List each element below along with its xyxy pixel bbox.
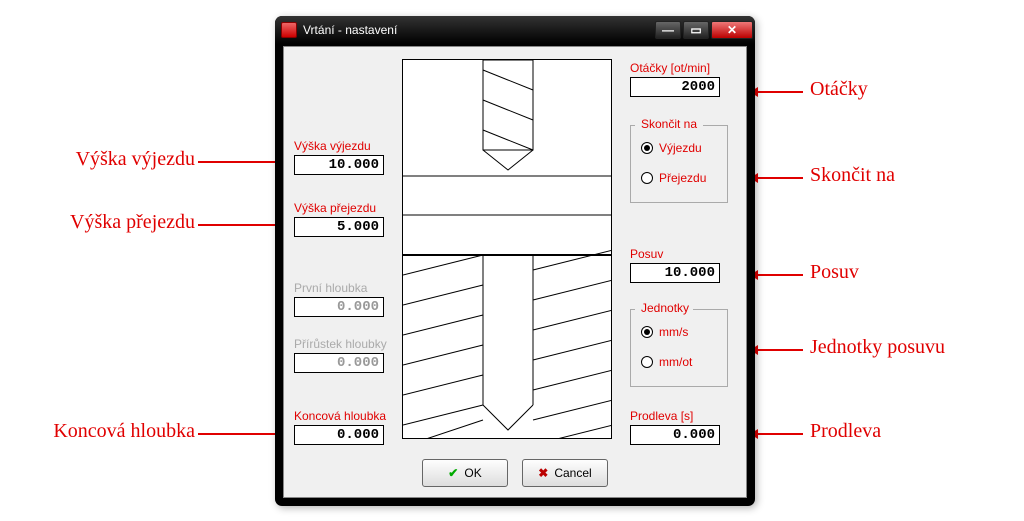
callout-skoncit: Skončit na xyxy=(810,164,895,187)
group-skoncit-title: Skončit na xyxy=(637,117,701,131)
close-button[interactable]: ✕ xyxy=(711,21,753,39)
callout-posuv: Posuv xyxy=(810,261,859,284)
callout-vyska-vyjezdu: Výška výjezdu xyxy=(20,148,195,171)
input-vyska-vyjezdu[interactable]: 10.000 xyxy=(294,155,384,175)
label-prvni-hloubka: První hloubka xyxy=(294,281,367,295)
ok-button[interactable]: ✔ OK xyxy=(422,459,508,487)
radio-mms[interactable]: mm/s xyxy=(641,325,688,339)
radio-label: Přejezdu xyxy=(659,171,706,185)
minimize-button[interactable]: — xyxy=(655,21,681,39)
label-prodleva: Prodleva [s] xyxy=(630,409,693,423)
arrow xyxy=(758,349,803,351)
cancel-label: Cancel xyxy=(554,466,591,480)
callout-prodleva: Prodleva xyxy=(810,420,881,443)
dialog-client: Výška výjezdu 10.000 Výška přejezdu 5.00… xyxy=(283,46,747,498)
input-koncova[interactable]: 0.000 xyxy=(294,425,384,445)
titlebar[interactable]: Vrtání - nastavení — ▭ ✕ xyxy=(275,16,755,44)
input-prvni-hloubka: 0.000 xyxy=(294,297,384,317)
x-icon: ✖ xyxy=(538,466,548,480)
maximize-button[interactable]: ▭ xyxy=(683,21,709,39)
input-prirustek: 0.000 xyxy=(294,353,384,373)
radio-label: mm/s xyxy=(659,325,688,339)
callout-koncova-hloubka: Koncová hloubka xyxy=(20,420,195,443)
callout-otacky: Otáčky xyxy=(810,78,868,101)
label-koncova: Koncová hloubka xyxy=(294,409,386,423)
arrow xyxy=(758,177,803,179)
radio-label: mm/ot xyxy=(659,355,692,369)
arrow xyxy=(758,433,803,435)
arrow xyxy=(758,91,803,93)
label-posuv: Posuv xyxy=(630,247,663,261)
dialog-window: Vrtání - nastavení — ▭ ✕ Výška výjezdu 1… xyxy=(275,16,755,506)
arrow xyxy=(198,433,278,435)
group-jednotky: Jednotky mm/s mm/ot xyxy=(630,309,728,387)
label-vyska-vyjezdu: Výška výjezdu xyxy=(294,139,371,153)
radio-prejezdu[interactable]: Přejezdu xyxy=(641,171,706,185)
arrow xyxy=(758,274,803,276)
input-prodleva[interactable]: 0.000 xyxy=(630,425,720,445)
label-prirustek: Přírůstek hloubky xyxy=(294,337,387,351)
label-vyska-prejezdu: Výška přejezdu xyxy=(294,201,376,215)
drill-diagram xyxy=(402,59,612,439)
callout-vyska-prejezdu: Výška přejezdu xyxy=(20,211,195,234)
arrow xyxy=(198,224,278,226)
cancel-button[interactable]: ✖ Cancel xyxy=(522,459,608,487)
radio-vyjezdu[interactable]: Výjezdu xyxy=(641,141,702,155)
radio-label: Výjezdu xyxy=(659,141,702,155)
group-skoncit: Skončit na Výjezdu Přejezdu xyxy=(630,125,728,203)
callout-jednotky: Jednotky posuvu xyxy=(810,336,945,359)
input-posuv[interactable]: 10.000 xyxy=(630,263,720,283)
group-jednotky-title: Jednotky xyxy=(637,301,693,315)
app-icon xyxy=(281,22,297,38)
ok-label: OK xyxy=(464,466,481,480)
arrow xyxy=(198,161,278,163)
checkmark-icon: ✔ xyxy=(448,466,458,480)
input-otacky[interactable]: 2000 xyxy=(630,77,720,97)
radio-mmot[interactable]: mm/ot xyxy=(641,355,692,369)
label-otacky: Otáčky [ot/min] xyxy=(630,61,710,75)
input-vyska-prejezdu[interactable]: 5.000 xyxy=(294,217,384,237)
window-title: Vrtání - nastavení xyxy=(303,23,397,37)
